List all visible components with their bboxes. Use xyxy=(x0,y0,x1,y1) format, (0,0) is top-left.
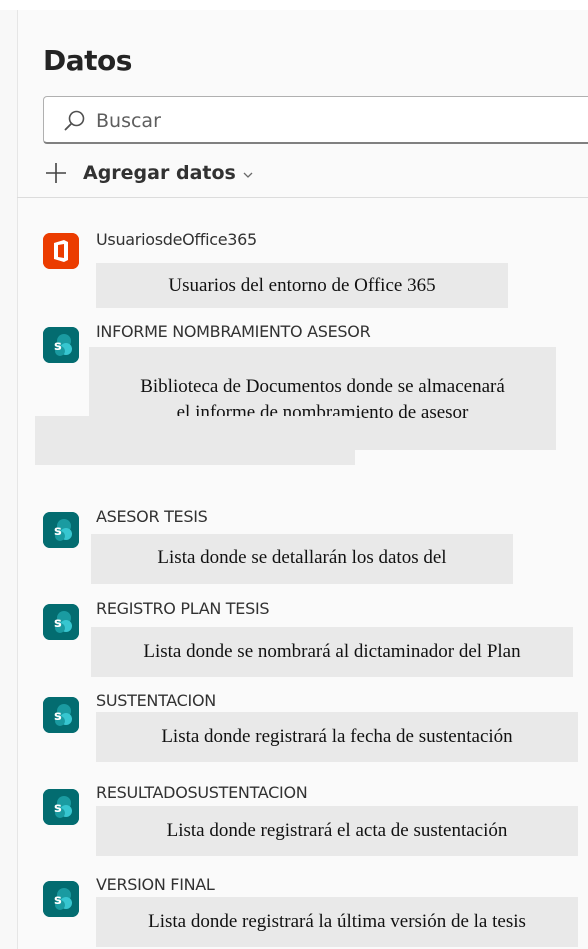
sharepoint-icon: s xyxy=(43,881,79,917)
chevron-down-icon xyxy=(243,172,253,178)
plus-icon xyxy=(46,163,66,183)
top-strip xyxy=(0,0,588,10)
svg-text:s: s xyxy=(54,616,62,631)
divider xyxy=(17,197,588,198)
item-description: Lista donde se detallarán los datos del xyxy=(91,534,513,584)
sharepoint-icon: s xyxy=(43,327,79,363)
left-strip xyxy=(0,10,17,949)
sharepoint-icon: s xyxy=(43,789,79,825)
svg-text:s: s xyxy=(54,801,62,816)
item-description: Lista donde registrará el acta de susten… xyxy=(96,806,578,856)
svg-text:s: s xyxy=(54,893,62,908)
add-data-label: Agregar datos xyxy=(83,162,236,184)
item-description: Lista donde se nombrará al dictaminador … xyxy=(91,627,573,677)
panel-title: Datos xyxy=(43,44,132,77)
add-data-button[interactable]: Agregar datos xyxy=(45,159,254,187)
svg-text:s: s xyxy=(54,524,62,539)
item-name: ASESOR TESIS xyxy=(96,507,208,526)
item-description: Lista donde registrará la última versión… xyxy=(96,897,578,947)
item-name: RESULTADOSUSTENTACION xyxy=(96,783,308,802)
item-description: Lista donde registrará la fecha de suste… xyxy=(96,712,578,762)
svg-text:s: s xyxy=(54,709,62,724)
search-box[interactable] xyxy=(43,96,588,144)
description-line: Biblioteca de Documentos donde se almace… xyxy=(140,376,505,397)
description-extension xyxy=(35,416,355,465)
sharepoint-icon: s xyxy=(43,697,79,733)
search-input[interactable] xyxy=(94,107,498,135)
item-name: SUSTENTACION xyxy=(96,691,216,710)
search-icon xyxy=(64,110,85,131)
item-name: UsuariosdeOffice365 xyxy=(96,230,257,249)
item-name: REGISTRO PLAN TESIS xyxy=(96,599,270,618)
sharepoint-icon: s xyxy=(43,604,79,640)
item-description: Usuarios del entorno de Office 365 xyxy=(96,263,508,308)
office365-icon xyxy=(43,233,79,269)
item-name: INFORME NOMBRAMIENTO ASESOR xyxy=(96,322,371,341)
sharepoint-icon: s xyxy=(43,512,79,548)
item-name: VERSION FINAL xyxy=(96,875,215,894)
svg-text:s: s xyxy=(54,339,62,354)
